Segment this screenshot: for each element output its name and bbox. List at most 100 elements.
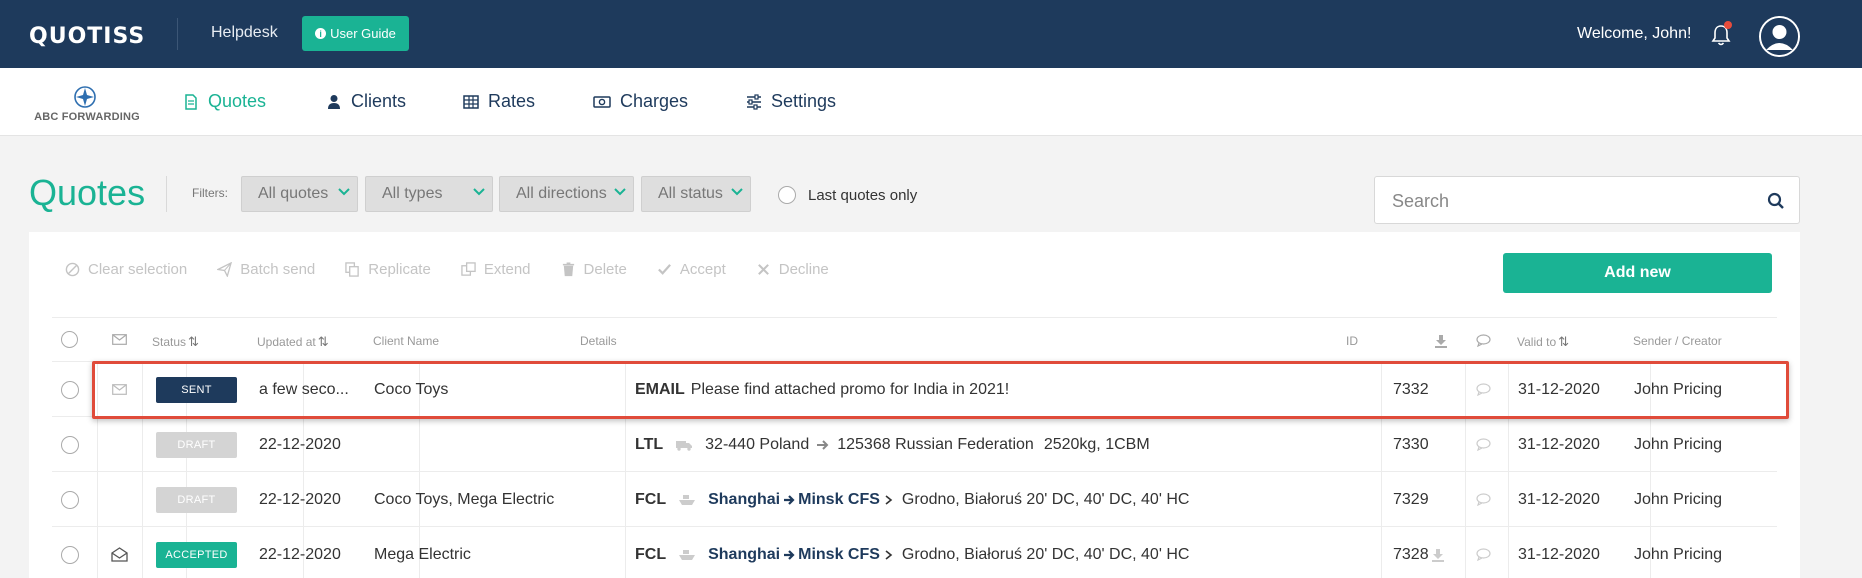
column-divider (1465, 472, 1466, 527)
filter-directions-select[interactable]: All directions (499, 176, 634, 212)
filter-directions-value: All directions (516, 185, 607, 202)
column-divider (97, 472, 98, 527)
comment-cell[interactable] (1476, 527, 1491, 578)
extend-button[interactable]: Extend (461, 261, 531, 278)
divider (177, 18, 178, 50)
comment-icon[interactable] (1476, 548, 1491, 561)
info-icon: i (315, 28, 327, 39)
app-logo[interactable]: QUOTISS (29, 24, 145, 49)
origin: Shanghai (708, 545, 781, 563)
details-cell[interactable]: FCL Shanghai Minsk CFS Grodno, Białoruś 20'… (635, 472, 1189, 527)
user-guide-button[interactable]: i User Guide (302, 16, 409, 51)
nav-clients[interactable]: Clients (326, 91, 406, 112)
helpdesk-link[interactable]: Helpdesk (211, 24, 278, 42)
id-cell: 7330 (1393, 435, 1429, 453)
column-divider (1508, 417, 1509, 472)
download-cell[interactable] (1431, 527, 1445, 578)
nav-settings-label: Settings (771, 91, 837, 111)
column-divider (142, 527, 143, 578)
money-icon (593, 95, 611, 108)
replicate-button[interactable]: Replicate (345, 261, 431, 278)
envelope-icon (112, 334, 127, 345)
table-row[interactable]: ACCEPTED 22-12-2020 Mega Electric FCL Shangh… (52, 527, 1777, 578)
comments-column-header (1476, 334, 1491, 347)
row-select[interactable] (61, 417, 79, 472)
sender-cell: John Pricing (1634, 545, 1723, 563)
row-radio[interactable] (61, 545, 79, 564)
last-quotes-radio[interactable] (778, 186, 796, 204)
comment-cell[interactable] (1476, 472, 1491, 527)
row-radio[interactable] (61, 435, 79, 454)
table-row[interactable]: DRAFT 22-12-2020 Coco Toys, Mega Electric F… (52, 472, 1777, 527)
column-divider (625, 417, 626, 472)
comment-icon[interactable] (1476, 438, 1491, 451)
table-header: Status ⇅ Updated at ⇅ Client Name Details … (52, 317, 1777, 362)
mail-column-header (112, 334, 127, 345)
details-cell[interactable]: LTL 32-440 Poland 125368 Russian Federatio… (635, 417, 1150, 472)
valid-cell: 31-12-2020 (1518, 545, 1600, 563)
filter-quotes-value: All quotes (258, 185, 329, 202)
download-icon (1435, 335, 1447, 348)
comment-cell[interactable] (1476, 417, 1491, 472)
row-radio[interactable] (61, 380, 79, 399)
filter-types-select[interactable]: All types (365, 176, 493, 212)
column-divider (1465, 417, 1466, 472)
nav-charges[interactable]: Charges (593, 91, 688, 112)
notification-dot (1724, 21, 1732, 29)
delete-button[interactable]: Delete (561, 261, 627, 278)
select-all-radio[interactable] (61, 331, 78, 348)
updated-column-header[interactable]: Updated at ⇅ (257, 334, 329, 350)
last-quotes-label: Last quotes only (808, 186, 918, 204)
row-select[interactable] (61, 362, 79, 417)
search-input[interactable] (1392, 189, 1752, 213)
column-divider (625, 472, 626, 527)
download-column-header (1434, 334, 1448, 348)
filter-status-select[interactable]: All status (641, 176, 751, 212)
welcome-text: Welcome, John! (1577, 25, 1692, 42)
id-header-label: ID (1346, 334, 1358, 348)
nav-rates[interactable]: Rates (463, 91, 535, 112)
batch-send-button[interactable]: Batch send (217, 261, 315, 278)
table-row[interactable]: DRAFT 22-12-2020 LTL 32-440 Poland 125368 Ru… (52, 417, 1777, 472)
nav-settings[interactable]: Settings (746, 91, 836, 112)
download-icon[interactable] (1431, 548, 1445, 562)
valid-column-header[interactable]: Valid to ⇅ (1517, 334, 1569, 350)
status-badge: DRAFT (156, 486, 237, 513)
chevron-down-icon (473, 188, 485, 196)
company-logo: ABC FORWARDING (28, 86, 146, 126)
updated-cell: 22-12-2020 (259, 435, 341, 453)
arrow-right-icon (817, 439, 829, 450)
id-cell: 7329 (1393, 490, 1429, 508)
column-divider (419, 417, 420, 472)
nav-rates-label: Rates (488, 91, 536, 111)
last-quotes-toggle[interactable]: Last quotes only (778, 186, 917, 204)
select-all-checkbox[interactable] (61, 331, 78, 348)
search-icon[interactable] (1767, 192, 1785, 210)
clear-selection-button[interactable]: Clear selection (65, 261, 187, 278)
details-cell[interactable]: FCL Shanghai Minsk CFS Grodno, Białoruś 20'… (635, 527, 1189, 578)
delete-label: Delete (583, 261, 627, 278)
row-select[interactable] (61, 527, 79, 578)
filter-quotes-select[interactable]: All quotes (241, 176, 358, 212)
nav-quotes[interactable]: Quotes (183, 91, 266, 112)
search-box[interactable] (1374, 176, 1800, 224)
details-header-label: Details (580, 334, 617, 348)
sender-column-header: Sender / Creator (1633, 334, 1722, 348)
copy-icon (345, 262, 360, 277)
sliders-icon (747, 93, 761, 110)
accept-button[interactable]: Accept (657, 261, 726, 278)
row-select[interactable] (61, 472, 79, 527)
column-divider (1465, 527, 1466, 578)
sort-icon: ⇅ (317, 334, 329, 349)
status-column-header[interactable]: Status ⇅ (152, 334, 199, 350)
comment-icon[interactable] (1476, 493, 1491, 506)
company-logo-icon (74, 86, 96, 108)
add-new-button[interactable]: Add new (1503, 253, 1772, 293)
filters-label: Filters: (192, 186, 228, 200)
user-avatar[interactable] (1759, 16, 1800, 57)
decline-button[interactable]: Decline (756, 261, 829, 278)
cargo-details: Grodno, Białoruś 20' DC, 40' DC, 40' HC (901, 490, 1190, 508)
paper-plane-icon (217, 262, 233, 277)
valid-cell: 31-12-2020 (1518, 435, 1600, 453)
row-radio[interactable] (61, 490, 79, 509)
